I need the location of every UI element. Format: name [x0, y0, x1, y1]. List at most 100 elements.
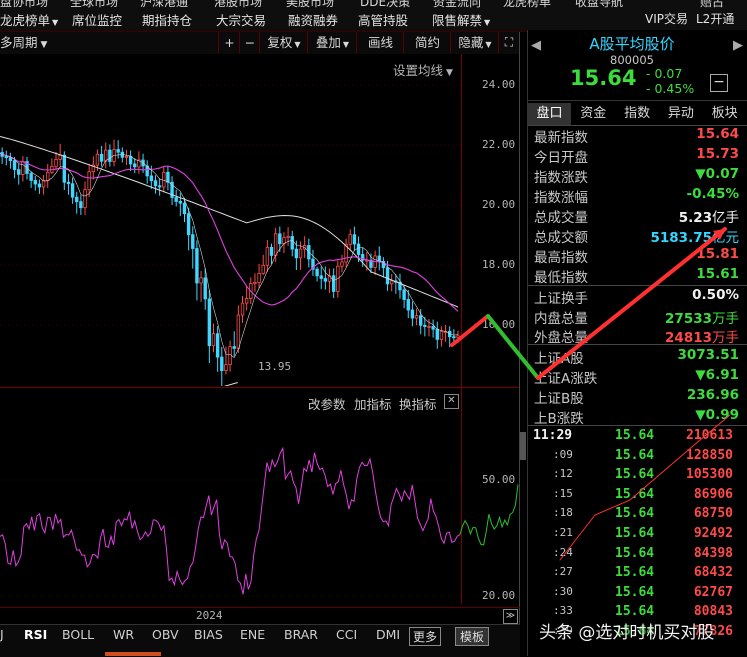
price-chart[interactable] [0, 54, 520, 386]
menu-top-item[interactable]: 盘协市场 [0, 0, 48, 10]
more-button[interactable]: 更多 [409, 627, 442, 646]
toolbar-button[interactable]: + [218, 32, 240, 53]
candle [46, 163, 50, 188]
watermark: 头条 @选对时机买对股 [539, 623, 715, 643]
menu-top-item[interactable]: 龙虎榜单 [503, 0, 551, 10]
toolbar-button[interactable]: − [239, 32, 260, 53]
tick-time: 11:29 [533, 428, 573, 443]
menu-item[interactable]: 席位监控 [72, 10, 122, 29]
menu-item[interactable]: 限售解禁 ▼ [432, 10, 490, 29]
indicator-tab[interactable]: BOLL [62, 627, 94, 642]
indicator-tab[interactable]: OBV [152, 627, 179, 642]
stat-label: 总成交额 [534, 230, 588, 246]
menu-right-item[interactable]: L2开通 [696, 10, 734, 27]
menu-top-item[interactable]: 港股市场 [214, 0, 262, 10]
price-axis-label: 22.00 [482, 138, 516, 151]
menu-top-item[interactable]: 资金流向 [433, 0, 481, 10]
quote-tab[interactable]: 资金 [572, 103, 615, 125]
stat-number: 15.64 [696, 126, 739, 142]
menu-item[interactable]: 大宗交易 [216, 10, 266, 29]
tick-time: :15 [553, 486, 573, 500]
indicator-tab[interactable]: ENE [240, 627, 265, 642]
prev-stock-icon[interactable]: ◀ [531, 38, 541, 53]
candle [373, 250, 377, 275]
tick-volume: 84398 [693, 545, 733, 561]
candle [419, 309, 423, 335]
stat-label: 指数涨幅 [534, 190, 588, 206]
low-marker-arrow [223, 382, 238, 386]
indicator-tab[interactable]: BIAS [194, 627, 223, 642]
toolbar-button[interactable]: 隐藏 ▼ [450, 32, 499, 53]
menu-item[interactable]: 高管持股 [358, 10, 408, 29]
menu-top-item[interactable]: 收盘导航 [575, 0, 623, 10]
candle [257, 263, 261, 289]
toolbar-button[interactable]: 复权 ▼ [259, 32, 308, 53]
expand-icon[interactable]: ⛶ [498, 32, 519, 53]
candle [108, 144, 112, 167]
stat-value: ▼0.07 [695, 166, 739, 182]
stat-label: 今日开盘 [534, 150, 588, 166]
indicator-tab[interactable]: BRAR [284, 627, 318, 642]
stat-number: 236.96 [686, 387, 739, 403]
price-axis-label: 24.00 [482, 78, 516, 91]
indicator-tab[interactable]: DMI [376, 627, 400, 642]
indicator-tab[interactable]: CCI [336, 627, 357, 642]
indicator-tab[interactable]: WR [113, 627, 134, 642]
stat-number: ▼0.07 [695, 166, 739, 182]
stat-label: 上证A股 [534, 351, 584, 367]
candle [145, 160, 149, 184]
tick-time: :24 [553, 545, 573, 559]
rsi-chart[interactable] [0, 410, 520, 608]
candle [398, 273, 402, 299]
candle [112, 139, 116, 167]
menu-top-item[interactable]: 沪深港通 [140, 0, 188, 10]
candle [394, 274, 398, 294]
tick-time: :12 [553, 467, 573, 481]
template-button[interactable]: 模板 [455, 627, 490, 646]
candle [340, 254, 344, 273]
chevron-down-icon: ▼ [485, 40, 492, 49]
candle [331, 268, 336, 298]
period-dropdown[interactable]: 多周期 ▼ [0, 32, 47, 53]
indicator-tab[interactable]: RSI [24, 627, 47, 642]
candle [4, 150, 8, 166]
tick-price: 15.64 [615, 565, 655, 581]
candle [54, 151, 58, 171]
stat-value: 27533万手 [665, 307, 739, 327]
quote-tab[interactable]: 指数 [616, 103, 659, 125]
menu-item[interactable]: 期指持仓 [142, 10, 192, 29]
candle [352, 226, 357, 251]
candle [21, 156, 25, 182]
scroll-handle[interactable] [520, 432, 526, 460]
menu-item[interactable]: 融资融券 [288, 10, 338, 29]
quote-tab[interactable]: 盘口 [528, 103, 571, 125]
tick-time: :27 [553, 565, 573, 579]
chevron-down-icon: ▼ [342, 40, 350, 49]
menu-right-item[interactable]: VIP交易 [645, 10, 688, 27]
collapse-button[interactable]: − [710, 74, 728, 92]
candle [199, 271, 203, 302]
tick-price: 15.64 [615, 428, 655, 443]
menu-item[interactable]: 龙虎榜单 ▼ [0, 10, 58, 29]
quote-tab[interactable]: 板块 [703, 103, 746, 125]
stat-value: 15.81 [696, 246, 739, 262]
toolbar-button[interactable]: 叠加 ▼ [307, 32, 357, 53]
menu-top-item[interactable]: 赔占 [700, 0, 724, 10]
stat-label: 上证A涨跌 [534, 371, 598, 387]
close-icon[interactable]: ✕ [444, 394, 459, 409]
menu-top-item[interactable]: 全球市场 [70, 0, 118, 10]
candle [0, 147, 4, 164]
toolbar-button[interactable]: 简约 [403, 32, 451, 53]
scroll-right-icon[interactable]: ≫ [503, 609, 518, 624]
toolbar-button[interactable]: 画线 [356, 32, 404, 53]
price-axis-label: 16.00 [482, 318, 516, 331]
menu-top-item[interactable]: DDE决策 [360, 0, 410, 10]
quote-tab[interactable]: 异动 [659, 103, 702, 125]
next-stock-icon[interactable]: ▶ [733, 38, 743, 53]
tick-volume: 92492 [693, 526, 733, 541]
indicator-tab[interactable]: J [0, 627, 4, 642]
menu-top-item[interactable]: 美股市场 [286, 0, 334, 10]
candle [153, 175, 158, 194]
stat-value: ▼6.91 [695, 367, 739, 383]
rsi-line [0, 446, 461, 595]
